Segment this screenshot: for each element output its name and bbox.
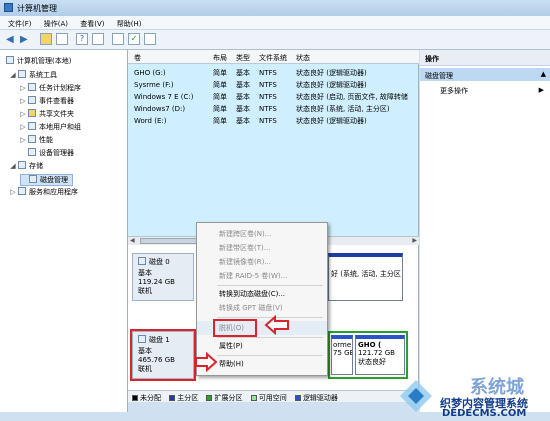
action-more[interactable]: 更多操作 ▶ [420, 84, 550, 97]
disk-0-info[interactable]: 磁盘 0 基本 119.24 GB 联机 [132, 253, 194, 301]
menu-item-new-striped[interactable]: 新建带区卷(T)... [197, 241, 327, 255]
disk-icon [138, 257, 146, 265]
annotation-box [130, 329, 196, 381]
tree-storage[interactable]: ◢ 存储 [10, 161, 43, 171]
menu-item-new-spanned[interactable]: 新建跨区卷(N)... [197, 227, 327, 241]
menu-separator [217, 355, 323, 356]
volume-list-header: 卷 布局 类型 文件系统 状态 [128, 50, 419, 64]
tree-services[interactable]: ▷ 服务和应用程序 [10, 187, 78, 197]
folder-icon [28, 109, 36, 117]
col-layout[interactable]: 布局 [213, 53, 227, 63]
computer-icon [6, 56, 14, 64]
event-icon [28, 96, 36, 104]
action-pane: 操作 磁盘管理 ▲ 更多操作 ▶ [420, 50, 550, 412]
disk-1-partition[interactable]: GHO ( 121.72 GB 状态良好 [355, 335, 405, 375]
watermark-logo [400, 380, 432, 412]
app-icon [4, 3, 13, 12]
legend-item: 未分配 [132, 394, 161, 402]
action-section-disk-management[interactable]: 磁盘管理 ▲ [420, 68, 550, 81]
table-row[interactable]: Windows7 (D:) 简单 基本 NTFS 状态良好 (系统, 活动, 主… [128, 103, 419, 115]
menu-action[interactable]: 操作(A) [44, 20, 68, 28]
menu-help[interactable]: 帮助(H) [117, 20, 142, 28]
menu-file[interactable]: 文件(F) [8, 20, 32, 28]
tree-disk-management[interactable]: 磁盘管理 [20, 174, 73, 186]
legend-swatch [250, 395, 257, 401]
show-tree-icon[interactable] [56, 33, 68, 45]
menu-separator [217, 337, 323, 338]
clock-icon [28, 83, 36, 91]
disk-icon [29, 175, 37, 183]
tree-system-tools[interactable]: ◢ 系统工具 [10, 70, 57, 80]
disk-0-partition[interactable]: 好 (系统, 活动, 主分区) [328, 253, 403, 301]
performance-icon [28, 135, 36, 143]
navigation-tree: 计算机管理(本地) ◢ 系统工具 ▷ 任务计划程序 ▷ 事件查看器 ▷ 共享文件夹 ▷ 本… [0, 50, 128, 412]
legend-bar: 未分配 主分区 扩展分区 可用空间 逻辑驱动器 [128, 390, 419, 402]
table-row[interactable]: GHO (G:) 简单 基本 NTFS 状态良好 (逻辑驱动器) [128, 67, 419, 79]
annotation-arrow [195, 352, 218, 372]
action-pane-header: 操作 [420, 50, 550, 66]
menu-item-convert-gpt[interactable]: 转换成 GPT 磁盘(V) [197, 301, 327, 315]
checklist-icon[interactable]: ✓ [128, 33, 140, 45]
menu-bar: 文件(F) 操作(A) 查看(V) 帮助(H) [0, 16, 550, 30]
col-type[interactable]: 类型 [236, 53, 250, 63]
tree-task-scheduler[interactable]: ▷ 任务计划程序 [20, 83, 81, 93]
tree-event-viewer[interactable]: ▷ 事件查看器 [20, 96, 74, 106]
storage-icon [18, 161, 26, 169]
menu-item-properties[interactable]: 属性(P) [197, 339, 327, 353]
disk-1-partition[interactable]: orme ( 75 GB [331, 335, 353, 375]
col-status[interactable]: 状态 [296, 53, 310, 63]
annotation-arrow [264, 315, 289, 335]
legend-swatch [132, 395, 138, 401]
menu-view[interactable]: 查看(V) [80, 20, 104, 28]
legend-item: 扩展分区 [206, 394, 242, 402]
tree-performance[interactable]: ▷ 性能 [20, 135, 53, 145]
col-volume[interactable]: 卷 [134, 53, 141, 63]
collapse-up-icon[interactable]: ▲ [541, 70, 546, 78]
forward-icon[interactable]: ▶ [20, 34, 28, 45]
volume-list: 卷 布局 类型 文件系统 状态 GHO (G:) 简单 基本 NTFS 状态良好… [128, 50, 419, 245]
tree-local-users[interactable]: ▷ 本地用户和组 [20, 122, 81, 132]
services-icon [18, 187, 26, 195]
device-icon [28, 148, 36, 156]
annotation-box [213, 319, 257, 337]
table-row[interactable]: Windows 7 E (C:) 简单 基本 NTFS 状态良好 (启动, 页面… [128, 91, 419, 103]
menu-item-new-raid5[interactable]: 新建 RAID-5 卷(W)... [197, 269, 327, 283]
disk-view-icon[interactable] [92, 33, 104, 45]
scroll-left-icon[interactable]: ◀ [130, 237, 135, 244]
scroll-right-icon[interactable]: ▶ [412, 237, 417, 244]
legend-swatch [206, 395, 213, 401]
legend-swatch [169, 395, 176, 401]
back-icon[interactable]: ◀ [6, 34, 14, 45]
toolbar: ◀ ▶ ? ✓ [0, 30, 550, 50]
table-row[interactable]: Word (E:) 简单 基本 NTFS 状态良好 (逻辑驱动器) [128, 115, 419, 127]
window-title: 计算机管理 [17, 4, 57, 13]
legend-swatch [294, 395, 301, 401]
disk-0-title: 磁盘 0 [138, 257, 193, 267]
menu-separator [217, 285, 323, 286]
help-icon[interactable]: ? [76, 33, 88, 45]
legend-item: 主分区 [169, 394, 198, 402]
tools-icon [18, 70, 26, 78]
export-icon[interactable] [144, 33, 156, 45]
up-folder-icon[interactable] [40, 33, 52, 45]
col-filesystem[interactable]: 文件系统 [259, 53, 287, 63]
tree-shared-folders[interactable]: ▷ 共享文件夹 [20, 109, 74, 119]
users-icon [28, 122, 36, 130]
menu-item-convert-dynamic[interactable]: 转换到动态磁盘(C)... [197, 287, 327, 301]
menu-item-new-mirrored[interactable]: 新建镜像卷(R)... [197, 255, 327, 269]
properties-icon[interactable] [112, 33, 124, 45]
tree-device-manager[interactable]: 设备管理器 [20, 148, 74, 158]
submenu-arrow-icon: ▶ [538, 86, 544, 94]
watermark-site-url: DEDECMS.COM [442, 408, 527, 419]
table-row[interactable]: Sysrme (F:) 简单 基本 NTFS 状态良好 (逻辑驱动器) [128, 79, 419, 91]
legend-item: 逻辑驱动器 [294, 394, 338, 402]
tree-root[interactable]: 计算机管理(本地) [6, 56, 71, 66]
legend-item: 可用空间 [250, 394, 287, 402]
title-bar: 计算机管理 [0, 0, 550, 16]
